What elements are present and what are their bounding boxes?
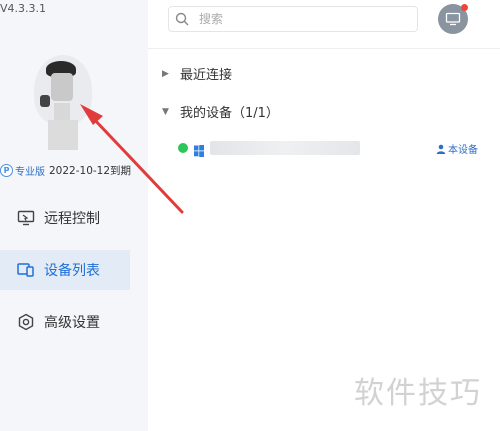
screen-icon: [445, 12, 461, 26]
this-device-label: 本设备: [448, 145, 478, 156]
caret-right-icon: ▶: [162, 68, 169, 79]
avatar-mosaic: [48, 120, 78, 150]
nav-device-list-label: 设备列表: [44, 263, 100, 279]
search-icon: [175, 11, 191, 27]
device-status-button[interactable]: [438, 4, 468, 34]
this-device-tag: 本设备: [436, 141, 478, 156]
plan-info: P 专业版 2022-10-12到期: [0, 162, 131, 178]
group-my-devices-label: 我的设备（1/1）: [180, 106, 279, 121]
group-my-devices[interactable]: ▼ 我的设备（1/1）: [162, 102, 279, 121]
avatar[interactable]: [34, 55, 92, 125]
monitor-icon: [16, 208, 36, 228]
nav-advanced-settings[interactable]: 高级设置: [0, 302, 130, 342]
group-recent-connections[interactable]: ▶ 最近连接: [162, 64, 232, 83]
plan-label: 专业版: [15, 166, 45, 178]
plan-expiry: 2022-10-12到期: [49, 164, 132, 177]
caret-down-icon: ▼: [162, 106, 169, 117]
nav-remote-control-label: 远程控制: [44, 211, 100, 227]
sidebar: V4.3.3.1 P 专业版 2022-10-12到期 远程控制 设备列表 高级…: [0, 0, 148, 431]
windows-icon: [194, 142, 204, 157]
devices-icon: [16, 260, 36, 280]
pro-badge-icon: P: [0, 163, 13, 177]
device-name-redacted: [210, 141, 360, 155]
top-bar: [148, 0, 500, 49]
search-box[interactable]: [168, 6, 418, 32]
user-icon: [436, 144, 446, 154]
nav-device-list[interactable]: 设备列表: [0, 250, 130, 290]
device-row[interactable]: 本设备: [178, 138, 478, 158]
search-input[interactable]: [197, 11, 401, 27]
gear-icon: [16, 312, 36, 332]
main-panel: ▶ 最近连接 ▼ 我的设备（1/1） 本设备: [148, 0, 500, 431]
notification-dot: [461, 4, 468, 11]
app-version: V4.3.3.1: [0, 2, 47, 15]
online-status-icon: [178, 143, 188, 153]
group-recent-label: 最近连接: [180, 68, 233, 83]
watermark: 软件技巧: [354, 376, 482, 411]
nav-advanced-settings-label: 高级设置: [44, 315, 100, 331]
nav-remote-control[interactable]: 远程控制: [0, 198, 130, 238]
